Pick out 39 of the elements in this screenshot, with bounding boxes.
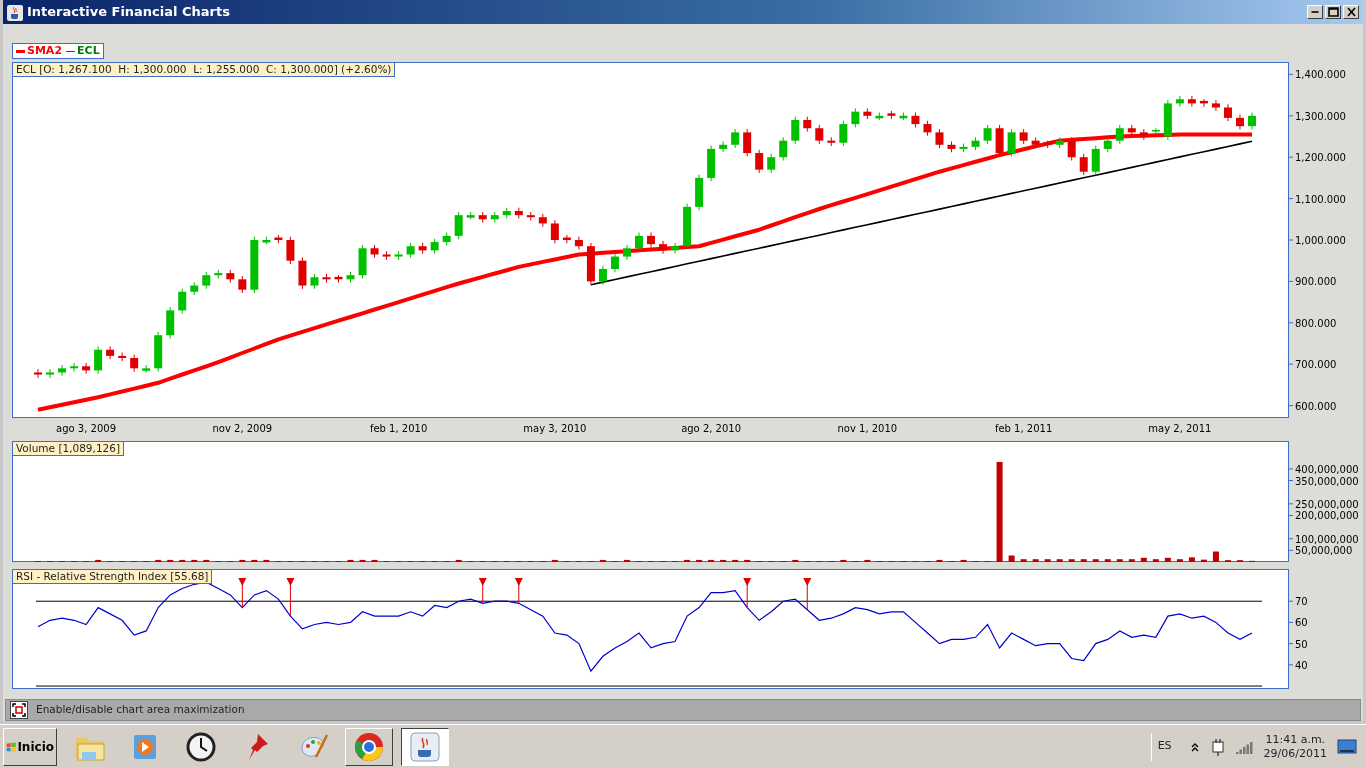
clock-time: 11:41 a.m. bbox=[1264, 732, 1327, 747]
window-title: Interactive Financial Charts bbox=[27, 3, 230, 22]
axis-label: 60 bbox=[1295, 617, 1308, 629]
axis-label: feb 1, 2010 bbox=[369, 423, 428, 434]
axis-label: 50,000,000 bbox=[1295, 545, 1353, 557]
axis-label: nov 1, 2010 bbox=[837, 423, 898, 434]
axis-label: 1,100.000 bbox=[1295, 193, 1346, 205]
start-button[interactable]: Inicio bbox=[3, 727, 57, 766]
axis-label: 600.000 bbox=[1295, 400, 1337, 412]
chart-info-label: RSI - Relative Strength Index [55.68] bbox=[12, 569, 213, 584]
axis-label: 200,000,000 bbox=[1295, 510, 1359, 522]
axis-label: 700.000 bbox=[1295, 359, 1337, 371]
axis-label: 70 bbox=[1295, 596, 1308, 608]
chart-info-label: Volume [1,089,126] bbox=[12, 441, 125, 456]
axis-label: 40 bbox=[1295, 659, 1308, 671]
legend-item: ECL bbox=[66, 44, 100, 58]
axis-label: 900.000 bbox=[1295, 276, 1337, 288]
status-text: Enable/disable chart area maximization bbox=[36, 702, 245, 718]
clock-panel[interactable]: 11:41 a.m. 29/06/2011 bbox=[1263, 732, 1327, 761]
axis-label: ago 3, 2009 bbox=[56, 423, 117, 434]
axis-label: 1,400.000 bbox=[1295, 69, 1346, 81]
clock-date: 29/06/2011 bbox=[1263, 746, 1327, 761]
axis-label: 50 bbox=[1295, 638, 1308, 650]
axis-label: 1,000.000 bbox=[1295, 235, 1346, 246]
axis-label: may 2, 2011 bbox=[1148, 423, 1212, 434]
axis-label: 800.000 bbox=[1295, 317, 1337, 329]
axis-label: 400,000,000 bbox=[1295, 463, 1359, 475]
chart-info-label: ECL [O: 1,267.100 H: 1,300.000 L: 1,255.000 C: 1,300.000] (+2.60%) bbox=[12, 62, 396, 77]
axis-label: 100,000,000 bbox=[1295, 533, 1359, 545]
language-indicator[interactable]: ES bbox=[1157, 738, 1172, 755]
axis-label: 350,000,000 bbox=[1295, 475, 1359, 487]
axis-label: ago 2, 2010 bbox=[681, 423, 742, 434]
axis-label: 250,000,000 bbox=[1295, 498, 1359, 510]
axis-label: may 3, 2010 bbox=[523, 423, 587, 434]
axis-label: nov 2, 2009 bbox=[212, 423, 273, 434]
axis-label: 1,300.000 bbox=[1295, 110, 1346, 122]
axis-label: feb 1, 2011 bbox=[994, 423, 1053, 434]
axis-label: 1,200.000 bbox=[1295, 152, 1346, 164]
legend-item: SMA2 bbox=[16, 44, 63, 58]
